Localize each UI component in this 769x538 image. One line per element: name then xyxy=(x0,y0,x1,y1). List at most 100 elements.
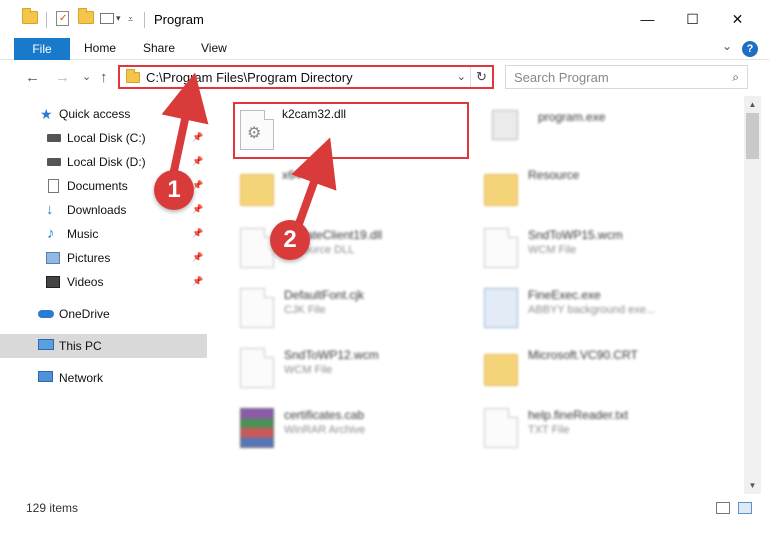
back-button[interactable]: ← xyxy=(25,69,40,86)
sidebar-item-videos[interactable]: Videos 📌 xyxy=(0,270,207,294)
sidebar-item-label: Pictures xyxy=(67,251,111,265)
sidebar-item-label: This PC xyxy=(59,339,102,353)
step-2-callout: 2 xyxy=(270,220,310,260)
file-type: CJK File xyxy=(284,304,326,316)
file-item-program-exe[interactable]: program.exe xyxy=(488,104,738,160)
file-item-defaultfont-cjk[interactable]: DefaultFont.cjk CJK File xyxy=(236,282,486,338)
file-item-certificates-cab[interactable]: certificates.cab WinRAR Archive xyxy=(236,402,486,458)
search-box[interactable]: Search Program ⌕ xyxy=(505,65,748,89)
exe-icon xyxy=(492,110,518,140)
help-icon[interactable]: ? xyxy=(742,41,758,57)
details-view-icon[interactable] xyxy=(716,502,730,514)
sidebar-item-label: Network xyxy=(59,371,104,385)
refresh-button[interactable]: ↻ xyxy=(470,67,492,87)
sidebar-item-label: Quick access xyxy=(59,107,131,121)
scroll-thumb[interactable] xyxy=(746,113,759,159)
pin-icon[interactable]: 📌 xyxy=(192,276,203,287)
file-name: DefaultFont.cjk xyxy=(284,288,365,302)
pin-icon[interactable]: 📌 xyxy=(192,132,203,143)
file-item-resource[interactable]: Resource xyxy=(480,162,730,218)
minimize-button[interactable]: — xyxy=(625,0,670,38)
search-placeholder: Search Program xyxy=(514,70,609,85)
properties-icon[interactable]: ✓ xyxy=(56,11,69,26)
file-name: SndToWP15.wcm xyxy=(528,228,623,242)
tab-file[interactable]: File xyxy=(14,38,70,60)
file-name: program.exe xyxy=(538,110,606,124)
pin-icon[interactable]: 📌 xyxy=(192,228,203,239)
drive-icon xyxy=(47,158,61,166)
address-dropdown-icon[interactable]: ⌄ xyxy=(457,70,466,83)
file-item-sndtowp15-wcm[interactable]: SndToWP15.wcm WCM File xyxy=(480,222,730,278)
customize-qa-icon[interactable]: ▾ xyxy=(116,13,121,24)
step-1-callout: 1 xyxy=(154,170,194,210)
file-name: SndToWP12.wcm xyxy=(284,348,379,362)
sidebar-item-this-pc[interactable]: This PC xyxy=(0,334,207,358)
file-explorer-window: ✓ ▾ ⩡ Program — ☐ ✕ File Home Share View… xyxy=(0,0,769,538)
sidebar-item-label: Local Disk (C:) xyxy=(67,131,146,145)
file-name: Microsoft.VC90.CRT xyxy=(528,348,638,362)
navigation-pane: ★ Quick access Local Disk (C:) 📌 Local D… xyxy=(0,96,210,494)
close-button[interactable]: ✕ xyxy=(715,0,760,38)
file-name: FineExec.exe xyxy=(528,288,601,302)
navigation-bar: ← → ⌄ ↑ C:\Program Files\Program Directo… xyxy=(0,60,769,94)
scroll-up-icon[interactable]: ▲ xyxy=(744,96,761,113)
sidebar-item-label: Videos xyxy=(67,275,104,289)
file-item-sndtowp12-wcm[interactable]: SndToWP12.wcm WCM File xyxy=(236,342,486,398)
file-type: ABBYY background exe... xyxy=(528,304,655,316)
file-type: WCM File xyxy=(284,364,333,376)
vertical-scrollbar[interactable]: ▲ ▼ xyxy=(744,96,761,494)
tab-share[interactable]: Share xyxy=(143,41,175,55)
dll-icon xyxy=(240,228,274,268)
file-name: help.fineReader.txt xyxy=(528,408,629,422)
file-item-microsoft-vc90-crt[interactable]: Microsoft.VC90.CRT xyxy=(480,342,730,398)
maximize-button[interactable]: ☐ xyxy=(670,0,715,38)
divider xyxy=(46,12,47,28)
file-type: WinRAR Archive xyxy=(284,424,366,436)
videos-icon xyxy=(46,276,60,288)
pin-icon[interactable]: 📌 xyxy=(192,156,203,167)
search-icon[interactable]: ⌕ xyxy=(732,70,739,85)
file-item-fineexec-exe[interactable]: FineExec.exe ABBYY background exe... xyxy=(480,282,730,338)
view-details-icon[interactable] xyxy=(100,13,114,24)
recent-locations-button[interactable]: ⌄ xyxy=(82,70,91,83)
file-type: TXT File xyxy=(528,424,570,436)
sidebar-item-label: Documents xyxy=(67,179,128,193)
new-folder-icon[interactable] xyxy=(78,8,94,24)
address-bar[interactable]: C:\Program Files\Program Directory ⌄ ↻ xyxy=(118,65,494,89)
up-button[interactable]: ↑ xyxy=(100,69,108,86)
sidebar-item-quick-access[interactable]: ★ Quick access xyxy=(0,102,207,126)
quick-access-dropdown-icon[interactable]: ⩡ xyxy=(128,14,133,25)
pictures-icon xyxy=(46,252,60,264)
pc-icon xyxy=(38,339,54,350)
archive-icon xyxy=(240,408,274,448)
sidebar-item-network[interactable]: Network xyxy=(0,366,207,390)
sidebar-item-label: OneDrive xyxy=(59,307,110,321)
address-path[interactable]: C:\Program Files\Program Directory xyxy=(146,70,353,85)
file-name: k2cam32.dll xyxy=(282,107,347,121)
large-icons-view-icon[interactable] xyxy=(738,502,752,514)
forward-button[interactable]: → xyxy=(55,69,70,86)
file-list: ⚙ k2cam32.dll program.exe x64 Resource U… xyxy=(210,96,742,494)
sidebar-item-onedrive[interactable]: OneDrive xyxy=(0,302,207,326)
pin-icon[interactable]: 📌 xyxy=(192,252,203,263)
sidebar-item-local-disk-c[interactable]: Local Disk (C:) 📌 xyxy=(0,126,207,150)
tab-view[interactable]: View xyxy=(201,41,227,55)
pin-icon[interactable]: 📌 xyxy=(192,204,203,215)
file-name: certificates.cab xyxy=(284,408,365,422)
tab-home[interactable]: Home xyxy=(84,41,116,55)
scroll-down-icon[interactable]: ▼ xyxy=(744,477,761,494)
file-item-help-finereader-txt[interactable]: help.fineReader.txt TXT File xyxy=(480,402,730,458)
divider xyxy=(144,12,145,28)
sidebar-item-pictures[interactable]: Pictures 📌 xyxy=(0,246,207,270)
file-icon xyxy=(484,228,518,268)
file-name: Resource xyxy=(528,168,580,182)
file-item-x64[interactable]: x64 xyxy=(236,162,486,218)
download-icon: ↓ xyxy=(46,201,54,218)
expand-ribbon-icon[interactable]: ⌄ xyxy=(722,39,732,53)
sidebar-item-music[interactable]: ♪ Music 📌 xyxy=(0,222,207,246)
sidebar-item-label: Local Disk (D:) xyxy=(67,155,146,169)
star-icon: ★ xyxy=(40,106,53,122)
folder-icon xyxy=(126,69,140,83)
file-item-k2cam32-dll[interactable]: ⚙ k2cam32.dll xyxy=(236,104,486,160)
exe-icon xyxy=(484,288,518,328)
